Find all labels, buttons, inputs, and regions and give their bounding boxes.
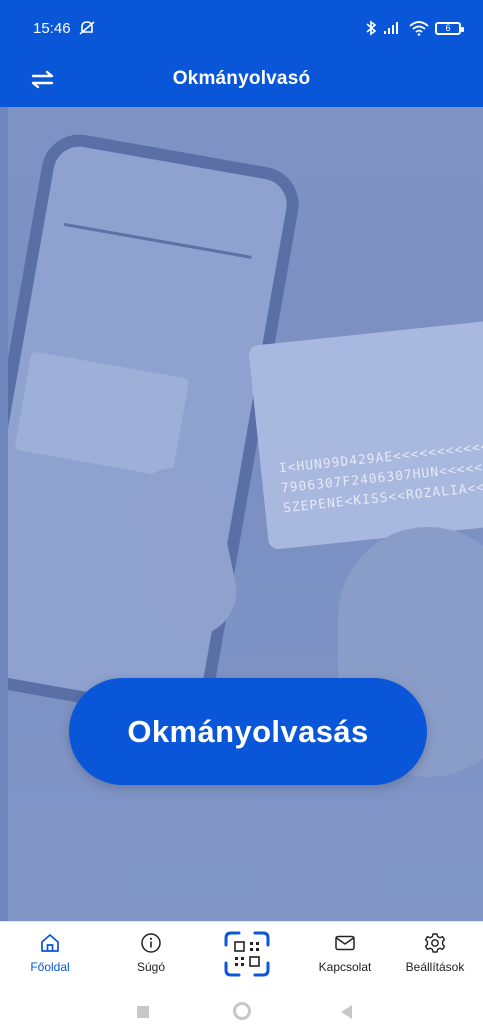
nav-item-help[interactable]: Súgó xyxy=(125,922,177,985)
nav-item-settings[interactable]: Beállítások xyxy=(394,922,476,985)
nav-label: Főoldal xyxy=(30,960,70,974)
nav-label: Beállítások xyxy=(405,960,465,974)
bottom-nav: Főoldal Súgó Kapcsolat Beállítások xyxy=(0,921,483,984)
battery-icon: 6 xyxy=(435,21,464,35)
nav-label: Kapcsolat xyxy=(318,960,372,974)
id-card-illustration: I<HUN99D429AE<<<<<<<<<<< 7906307F2406307… xyxy=(247,318,483,551)
hero-background: I<HUN99D429AE<<<<<<<<<<< 7906307F2406307… xyxy=(8,107,483,921)
nav-item-home[interactable]: Főoldal xyxy=(22,922,78,985)
info-icon xyxy=(141,933,161,953)
wifi-icon xyxy=(409,20,429,36)
phone-card-illustration xyxy=(14,351,190,478)
back-icon[interactable] xyxy=(341,1005,352,1019)
nav-label: Súgó xyxy=(136,960,166,974)
page-title: Okmányolvasó xyxy=(172,68,311,89)
qr-scan-icon xyxy=(224,931,270,977)
bluetooth-icon xyxy=(366,20,377,36)
hero-edge xyxy=(0,107,8,921)
document-reading-button[interactable]: Okmányolvasás xyxy=(69,678,427,785)
system-nav-bar xyxy=(0,984,483,1033)
gear-icon xyxy=(424,933,446,953)
status-icons: 6 xyxy=(365,20,464,36)
bell-off-icon xyxy=(79,21,95,35)
status-time: 15:46 xyxy=(33,20,71,37)
qr-scan-button[interactable] xyxy=(222,929,272,979)
app-header: Okmányolvasó xyxy=(0,55,483,107)
home-button-icon[interactable] xyxy=(233,1002,251,1020)
home-icon xyxy=(41,934,59,952)
status-bar: 15:46 6 xyxy=(0,0,483,55)
signal-icon xyxy=(384,22,398,34)
nav-item-contact[interactable]: Kapcsolat xyxy=(312,922,378,985)
phone-progress-bar xyxy=(63,222,252,259)
recents-icon[interactable] xyxy=(137,1006,149,1018)
envelope-icon xyxy=(335,935,355,951)
